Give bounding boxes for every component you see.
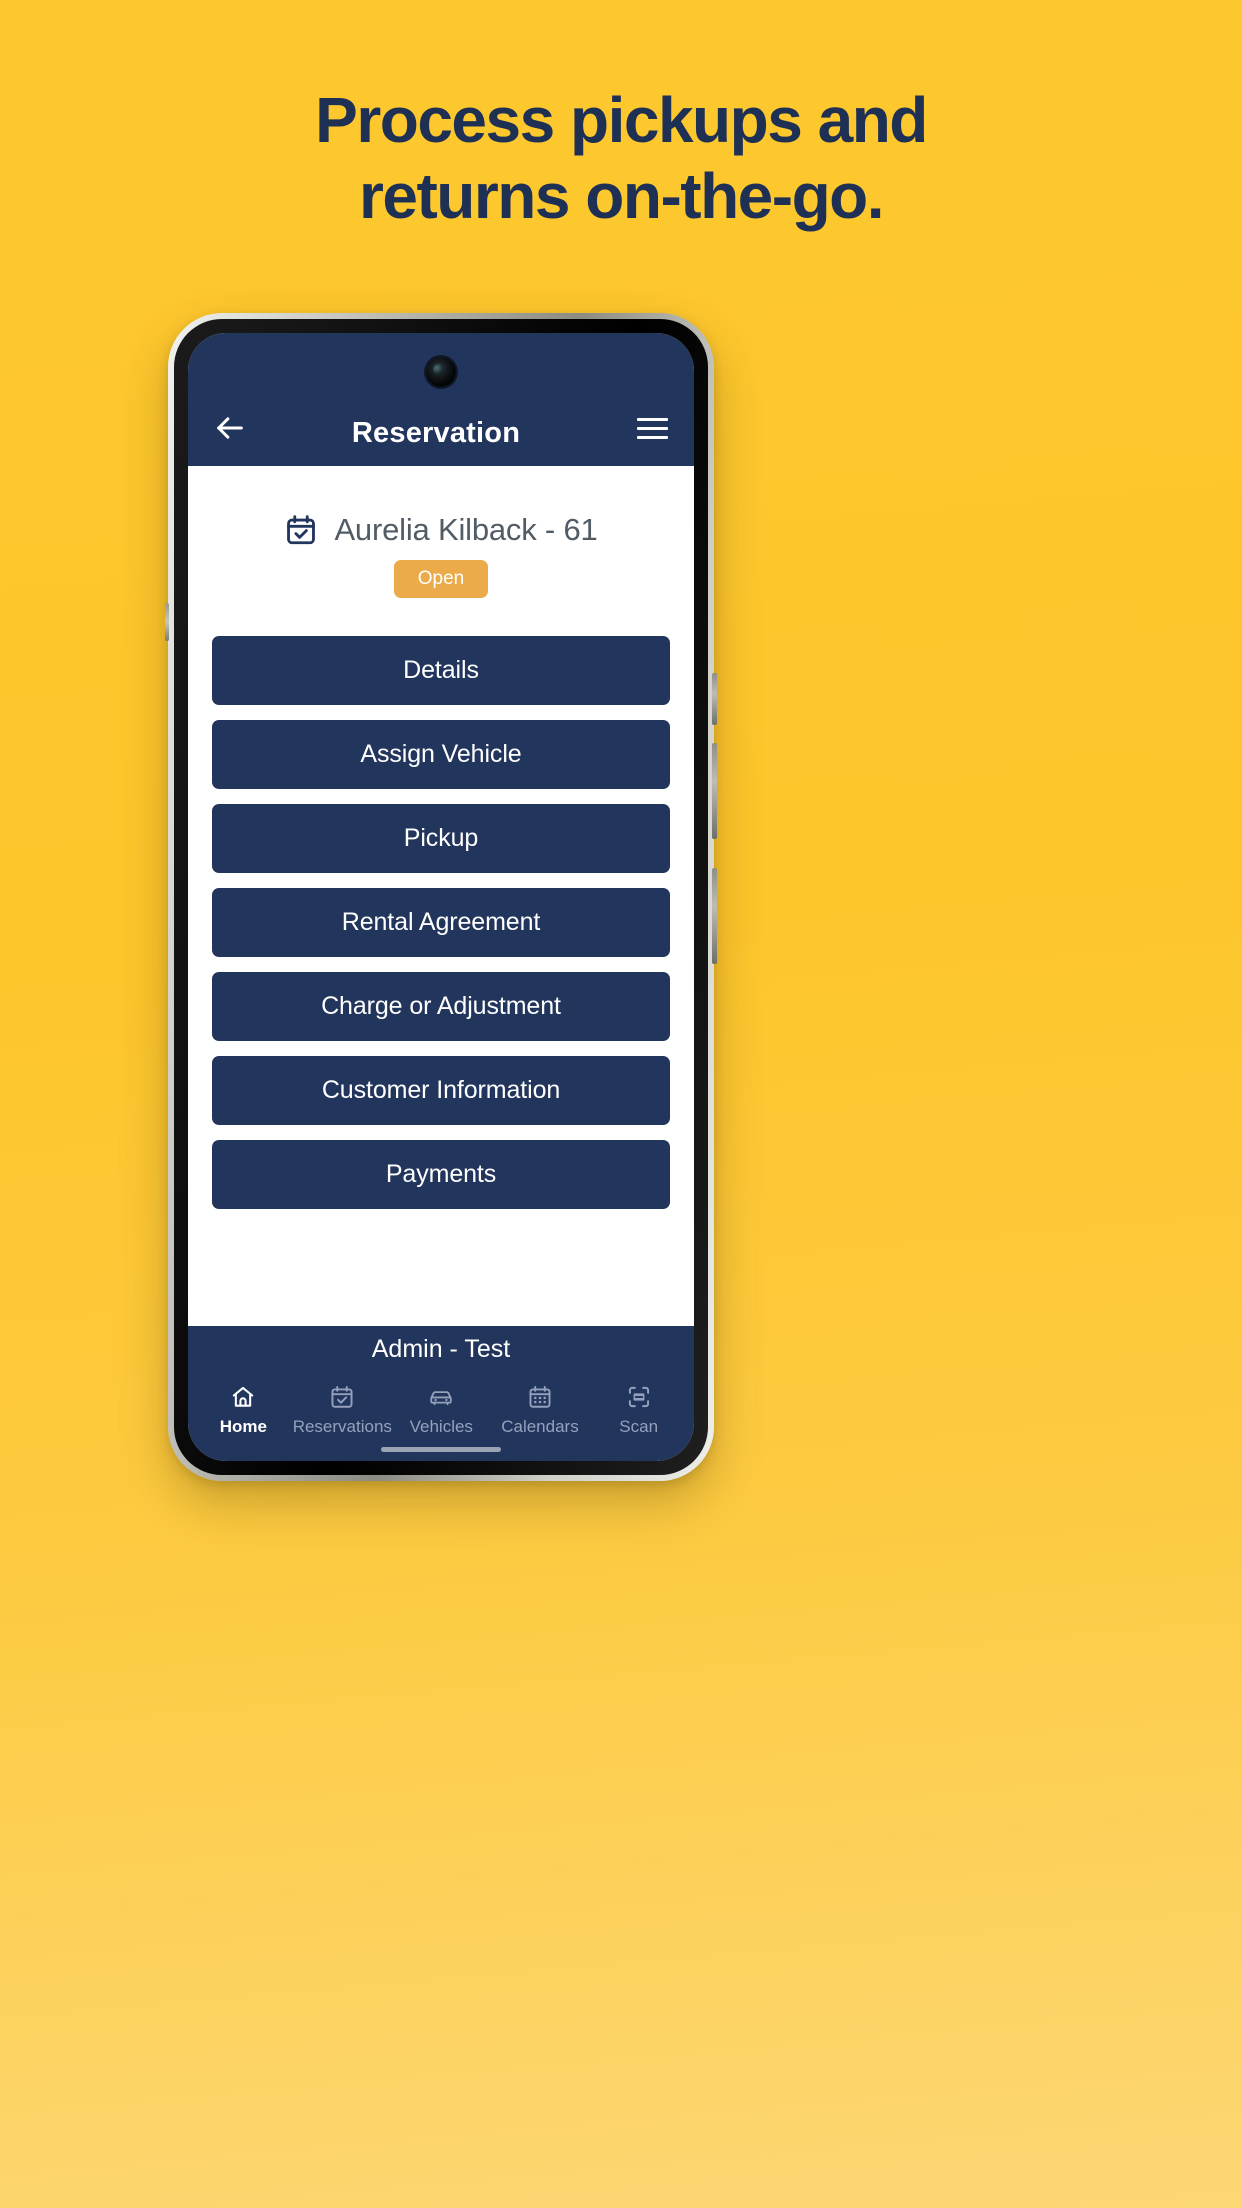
nav-label-vehicles: Vehicles [409,1417,473,1436]
nav-label-home: Home [219,1417,267,1436]
hamburger-menu-icon[interactable] [630,406,674,450]
app-bar: Reservation [188,333,694,466]
hamburger-bar [636,426,668,430]
calendar-icon [529,1386,551,1408]
reservation-name: Aurelia Kilback - 61 [334,512,598,547]
calendar-check-icon [331,1386,353,1408]
status-row: Open [212,560,670,598]
nav-item-home[interactable]: Home [194,1384,293,1435]
phone-bezel: Reservation Aurelia Kilback - 61 Open De… [174,319,708,1475]
phone-power-button [712,673,717,725]
status-badge: Open [393,560,489,598]
phone-frame: Reservation Aurelia Kilback - 61 Open De… [165,313,717,1481]
nav-label-calendars: Calendars [501,1417,579,1436]
action-button-pickup[interactable]: Pickup [212,804,670,873]
action-button-details[interactable]: Details [212,636,670,705]
action-button-assign-vehicle[interactable]: Assign Vehicle [212,720,670,789]
reservation-action-list: Details Assign Vehicle Pickup Rental Agr… [212,636,670,1209]
scan-icon [628,1386,649,1408]
action-button-payments[interactable]: Payments [212,1140,670,1209]
action-button-charge-or-adjustment[interactable]: Charge or Adjustment [212,972,670,1041]
calendar-check-icon [287,515,316,545]
action-button-rental-agreement[interactable]: Rental Agreement [212,888,670,957]
front-camera-icon [426,357,456,387]
phone-volume-up-button [712,743,717,839]
car-icon [430,1391,452,1406]
hamburger-bar [636,435,668,439]
gesture-bar [381,1447,501,1452]
action-button-customer-information[interactable]: Customer Information [212,1056,670,1125]
page-title: Reservation [351,417,521,449]
nav-item-reservations[interactable]: Reservations [293,1384,392,1435]
nav-label-scan: Scan [619,1417,659,1436]
headline-line-1: Process pickups and [315,84,928,156]
marketing-headline: Process pickups and returns on-the-go. [0,82,1242,234]
home-icon [233,1386,254,1407]
nav-item-calendars[interactable]: Calendars [491,1384,590,1435]
current-user-label: Admin - Test [188,1326,694,1368]
nav-item-scan[interactable]: Scan [589,1384,688,1435]
phone-screen: Reservation Aurelia Kilback - 61 Open De… [188,333,694,1461]
hamburger-bar [636,417,668,421]
nav-item-vehicles[interactable]: Vehicles [392,1384,491,1435]
reservation-header: Aurelia Kilback - 61 [212,512,670,548]
nav-label-reservations: Reservations [292,1417,392,1436]
phone-volume-button [165,603,169,641]
screen-content: Aurelia Kilback - 61 Open Details Assign… [188,466,694,1326]
phone-volume-down-button [712,868,717,964]
headline-line-2: returns on-the-go. [358,160,885,232]
phone-mockup: Reservation Aurelia Kilback - 61 Open De… [165,313,717,1481]
